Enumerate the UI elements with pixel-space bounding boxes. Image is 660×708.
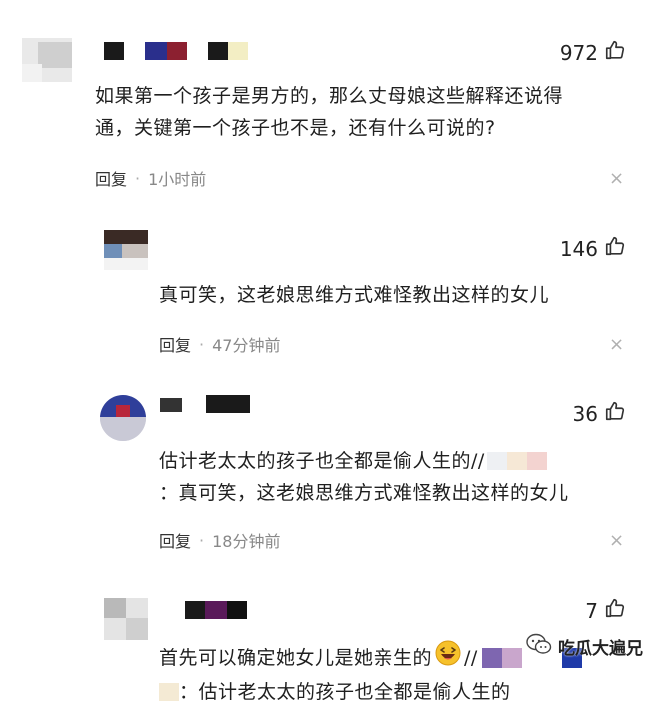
- comment-text: 估计老太太的孩子也全都是偷人生的// ：真可笑，这老娘思维方式难怪教出这样的女儿: [159, 445, 639, 509]
- watermark: 吃瓜大遍兄: [526, 633, 643, 659]
- watermark-text: 吃瓜大遍兄: [558, 638, 643, 659]
- comment-meta: 回复 · 1小时前: [95, 166, 206, 190]
- mention-blurred[interactable]: [486, 452, 547, 470]
- comment-text-line: 估计老太太的孩子也全都是偷人生的//: [159, 445, 639, 477]
- comment-text-line: 真可笑，这老娘思维方式难怪教出这样的女儿: [159, 284, 550, 306]
- thumbs-up-icon[interactable]: [604, 597, 626, 624]
- comment-text-line: ：真可笑，这老娘思维方式难怪教出这样的女儿: [159, 482, 569, 504]
- reply-button[interactable]: 回复: [95, 166, 127, 190]
- close-icon[interactable]: ×: [609, 334, 624, 355]
- like-count-value: 36: [572, 401, 598, 426]
- comment-meta: 回复 · 47分钟前: [159, 332, 280, 356]
- like-count[interactable]: 972: [560, 39, 626, 66]
- close-icon[interactable]: ×: [609, 168, 624, 189]
- avatar[interactable]: [100, 395, 146, 441]
- close-icon[interactable]: ×: [609, 530, 624, 551]
- like-count[interactable]: 36: [573, 400, 626, 427]
- comment-text-line: 如果第一个孩子是男方的，那么丈母娘这些解释还说得: [95, 85, 564, 107]
- like-count-value: 7: [585, 598, 598, 623]
- like-count[interactable]: 146: [560, 235, 626, 262]
- reply-button[interactable]: 回复: [159, 332, 191, 356]
- laughing-emoji-icon: [435, 640, 461, 676]
- thumbs-up-icon[interactable]: [604, 235, 626, 262]
- like-count[interactable]: 7: [585, 597, 626, 624]
- separator: ·: [199, 530, 205, 550]
- separator: ·: [135, 168, 141, 188]
- thumbs-up-icon[interactable]: [604, 39, 626, 66]
- thumbs-up-icon[interactable]: [604, 400, 626, 427]
- comment-meta: 回复 · 18分钟前: [159, 528, 280, 552]
- reply-button[interactable]: 回复: [159, 528, 191, 552]
- avatar[interactable]: [104, 230, 148, 270]
- comment-text-line: ：估计老太太的孩子也全都是偷人生的: [159, 676, 629, 708]
- like-count-value: 972: [559, 40, 598, 65]
- wechat-logo-icon: [526, 633, 552, 659]
- comment-text: 如果第一个孩子是男方的，那么丈母娘这些解释还说得 通，关键第一个孩子也不是，还有…: [95, 80, 640, 144]
- comment-text: 真可笑，这老娘思维方式难怪教出这样的女儿: [159, 279, 639, 311]
- separator: ·: [199, 334, 205, 354]
- timestamp: 1小时前: [148, 170, 207, 189]
- comment-text-line: 通，关键第一个孩子也不是，还有什么可说的?: [95, 117, 496, 139]
- timestamp: 47分钟前: [212, 336, 281, 355]
- timestamp: 18分钟前: [212, 532, 281, 551]
- avatar[interactable]: [104, 598, 148, 640]
- avatar[interactable]: [22, 38, 72, 82]
- like-count-value: 146: [559, 236, 598, 261]
